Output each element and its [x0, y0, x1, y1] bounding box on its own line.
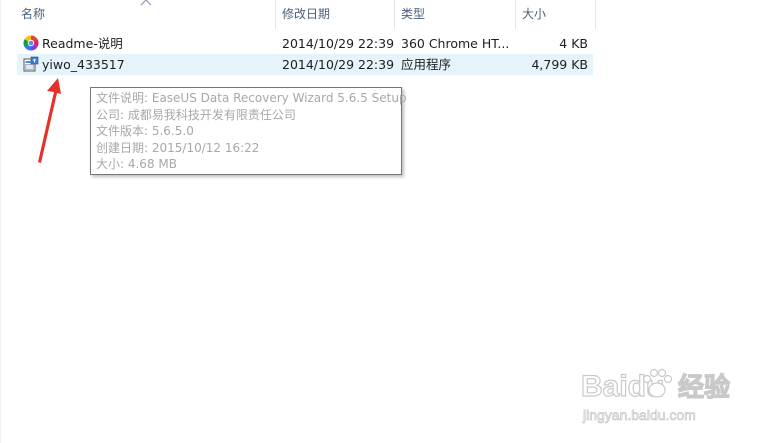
file-size: 4 KB	[559, 36, 588, 51]
column-header-type[interactable]: 类型	[395, 0, 513, 29]
tooltip-version: 文件版本: 5.6.5.0	[96, 124, 194, 138]
watermark-brand-suffix: 经验	[678, 372, 730, 403]
tooltip-company: 公司: 成都易我科技开发有限责任公司	[96, 107, 296, 122]
tooltip-description: 文件说明: EaseUS Data Recovery Wizard 5.6.5 …	[96, 91, 407, 105]
file-info-tooltip: 文件说明: EaseUS Data Recovery Wizard 5.6.5 …	[90, 87, 407, 175]
baidu-jingyan-watermark: Baidu 经验 jingyan.baidu.com	[580, 368, 731, 423]
file-modified: 2014/10/29 22:39	[282, 36, 395, 51]
file-explorer-view: 名称 修改日期 类型 大小 Readme-说明 2014/10/29 22:39…	[0, 0, 760, 443]
column-divider[interactable]	[595, 0, 596, 29]
file-name: Readme-说明	[42, 36, 123, 51]
red-arrow-annotation	[38, 78, 61, 163]
column-header-name[interactable]: 名称	[15, 0, 273, 29]
file-name: yiwo_433517	[42, 57, 125, 72]
tooltip-size: 大小: 4.68 MB	[96, 157, 177, 171]
file-modified: 2014/10/29 22:39	[282, 57, 395, 72]
tooltip-created: 创建日期: 2015/10/12 16:22	[96, 140, 260, 155]
chrome-browser-icon	[23, 35, 39, 51]
file-row-readme[interactable]: Readme-说明 2014/10/29 22:39 360 Chrome HT…	[17, 33, 593, 54]
file-type: 应用程序	[401, 57, 452, 72]
column-header-bar: 名称 修改日期 类型 大小	[0, 0, 600, 29]
watermark-url: jingyan.baidu.com	[582, 407, 696, 423]
file-type: 360 Chrome HT...	[401, 36, 510, 51]
column-header-modified[interactable]: 修改日期	[276, 0, 394, 29]
column-header-size[interactable]: 大小	[516, 0, 594, 29]
file-size: 4,799 KB	[531, 57, 588, 72]
file-row-yiwo[interactable]: yiwo_433517 2014/10/29 22:39 应用程序 4,799 …	[17, 54, 593, 75]
pane-edge	[0, 0, 1, 443]
